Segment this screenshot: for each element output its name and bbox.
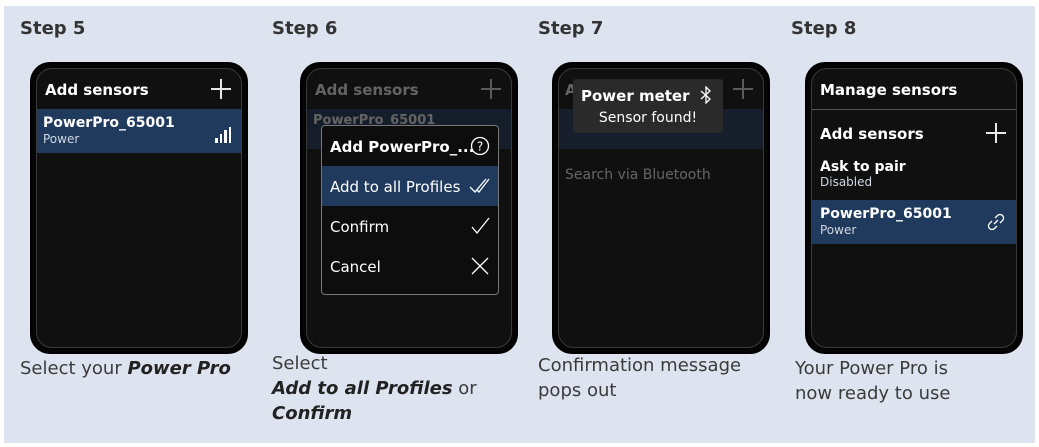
menu-item-cancel[interactable]: Cancel — [322, 246, 498, 286]
step-8: Step 8 Manage sensors Add sensors Ask to… — [791, 6, 1031, 443]
caption: Your Power Pro is now ready to use — [795, 358, 951, 404]
notification-popup: Power meter Sensor found! — [573, 79, 723, 133]
plus-icon — [733, 79, 753, 99]
menu-item-confirm[interactable]: Confirm — [322, 206, 498, 246]
check-icon — [471, 217, 490, 235]
screen-header: Add sensors — [37, 69, 241, 109]
watch-screen: Manage sensors Add sensors Ask to pair D… — [805, 62, 1023, 354]
sensor-row[interactable]: PowerPro_65001 Power — [812, 200, 1016, 244]
caption: Select Add to all Profiles or Confirm — [272, 353, 477, 424]
link-icon — [987, 213, 1005, 231]
sensor-row[interactable]: PowerPro_65001 Power — [37, 109, 241, 153]
svg-text:?: ? — [477, 140, 483, 154]
watch-screen: Add sensors PowerPro_65001 Power — [30, 62, 248, 354]
header-title: Add sensors — [45, 81, 149, 99]
step-6: Step 6 Add sensors PowerPro_65001 Add Po… — [272, 6, 522, 443]
plus-icon[interactable] — [211, 79, 231, 99]
sensor-type: Power — [43, 132, 80, 146]
plus-icon — [481, 79, 501, 99]
step-5: Step 5 Add sensors PowerPro_65001 Power … — [20, 6, 260, 443]
menu-title: Add PowerPro_... ? — [322, 126, 498, 166]
watch-screen: A Search via Bluetooth Power meter Senso… — [552, 62, 770, 354]
sensor-name: PowerPro_65001 — [820, 206, 952, 222]
ask-to-pair-item[interactable]: Ask to pair Disabled — [820, 159, 906, 189]
step-title: Step 8 — [791, 18, 857, 39]
bg-search-item: Search via Bluetooth — [565, 167, 711, 183]
watch-screen: Add sensors PowerPro_65001 Add PowerPro_… — [300, 62, 518, 354]
popup-message: Sensor found! — [598, 110, 698, 126]
sensor-name: PowerPro_65001 — [43, 115, 175, 131]
caption: Select your Power Pro — [20, 358, 231, 379]
step-7: Step 7 A Search via Bluetooth Power mete… — [538, 6, 788, 443]
plus-icon — [986, 123, 1006, 143]
double-check-icon — [469, 178, 490, 193]
screen-header: Manage sensors — [812, 69, 1016, 110]
step-title: Step 7 — [538, 18, 604, 39]
menu-popup: Add PowerPro_... ? Add to all Profiles C… — [321, 125, 499, 295]
step-title: Step 5 — [20, 18, 86, 39]
header-title: Manage sensors — [820, 81, 958, 99]
instructions-panel: Step 5 Add sensors PowerPro_65001 Power … — [4, 6, 1035, 443]
step-title: Step 6 — [272, 18, 338, 39]
add-sensors-row[interactable]: Add sensors — [812, 113, 1016, 153]
menu-item-add-all[interactable]: Add to all Profiles — [322, 166, 498, 206]
popup-title: Power meter — [581, 87, 690, 105]
sensor-type: Power — [820, 223, 857, 237]
screen-header: Add sensors — [307, 69, 511, 109]
close-icon — [471, 257, 489, 275]
signal-icon — [215, 127, 231, 143]
bluetooth-icon — [700, 86, 711, 104]
caption: Confirmation message pops out — [538, 355, 742, 401]
help-icon[interactable]: ? — [470, 136, 490, 156]
